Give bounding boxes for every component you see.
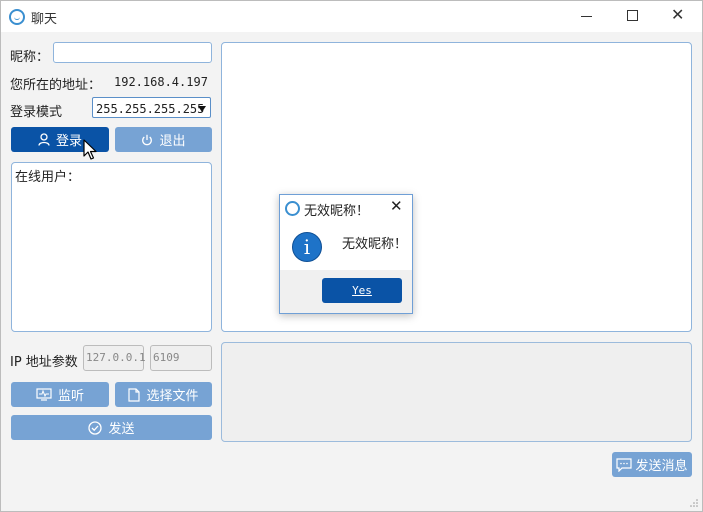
chat-window: 聊天 ✕ 昵称： 您所在的地址： 192.168.4.197 登录模式 255.… bbox=[0, 0, 703, 512]
select-file-button-label: 选择文件 bbox=[146, 389, 199, 404]
login-mode-select[interactable]: 255.255.255.255 bbox=[92, 97, 211, 118]
power-icon bbox=[142, 134, 153, 145]
close-icon: ✕ bbox=[671, 5, 685, 24]
minimize-button[interactable] bbox=[563, 1, 609, 32]
monitor-icon bbox=[36, 388, 52, 401]
send-button[interactable]: 发送 bbox=[11, 415, 212, 440]
ip-param-label: IP 地址参数 bbox=[10, 355, 78, 370]
listen-button-label: 监听 bbox=[57, 389, 84, 404]
send-message-button-label: 发送消息 bbox=[635, 459, 688, 474]
logout-button-label: 退出 bbox=[159, 134, 186, 149]
login-button-label: 登录 bbox=[55, 134, 82, 149]
dialog-close-icon[interactable]: ✕ bbox=[390, 197, 403, 215]
chat-bubble-icon bbox=[285, 201, 300, 216]
send-button-label: 发送 bbox=[108, 422, 135, 437]
file-icon bbox=[128, 387, 141, 402]
dialog-message: 无效昵称！ bbox=[342, 237, 408, 252]
login-mode-value: 255.255.255.255 bbox=[96, 102, 205, 116]
window-title: 聊天 bbox=[31, 12, 58, 27]
port-input[interactable]: 6109 bbox=[150, 345, 212, 371]
select-file-button[interactable]: 选择文件 bbox=[115, 382, 212, 407]
maximize-button[interactable] bbox=[609, 1, 655, 32]
chat-bubble-icon bbox=[9, 9, 25, 25]
online-users-header: 在线用户： bbox=[15, 170, 81, 185]
address-label: 您所在的地址： bbox=[10, 78, 102, 93]
title-bar[interactable]: 聊天 ✕ bbox=[1, 1, 702, 32]
logout-button[interactable]: 退出 bbox=[115, 127, 212, 152]
user-icon bbox=[38, 133, 50, 146]
info-icon: i bbox=[292, 232, 322, 262]
mouse-cursor-icon bbox=[83, 139, 97, 160]
online-users-list[interactable]: 在线用户： bbox=[11, 162, 212, 332]
dialog-title: 无效昵称！ bbox=[304, 204, 370, 219]
resize-grip-icon[interactable] bbox=[690, 499, 698, 507]
listen-button[interactable]: 监听 bbox=[11, 382, 109, 407]
nickname-label: 昵称： bbox=[10, 50, 50, 65]
maximize-icon bbox=[627, 10, 638, 21]
address-value: 192.168.4.197 bbox=[114, 75, 208, 89]
chevron-down-icon[interactable] bbox=[198, 106, 206, 112]
message-icon bbox=[616, 457, 633, 472]
send-message-button[interactable]: 发送消息 bbox=[612, 452, 692, 477]
message-input[interactable] bbox=[221, 342, 692, 442]
nickname-input[interactable] bbox=[53, 42, 212, 63]
ip-input[interactable]: 127.0.0.1 bbox=[83, 345, 146, 371]
yes-button[interactable]: Yes bbox=[322, 278, 402, 303]
check-circle-icon bbox=[88, 420, 103, 435]
invalid-nickname-dialog: 无效昵称！ ✕ i 无效昵称！ Yes bbox=[279, 194, 413, 314]
login-mode-label: 登录模式 bbox=[10, 105, 63, 120]
close-button[interactable]: ✕ bbox=[655, 1, 701, 32]
minimize-icon bbox=[581, 16, 592, 17]
